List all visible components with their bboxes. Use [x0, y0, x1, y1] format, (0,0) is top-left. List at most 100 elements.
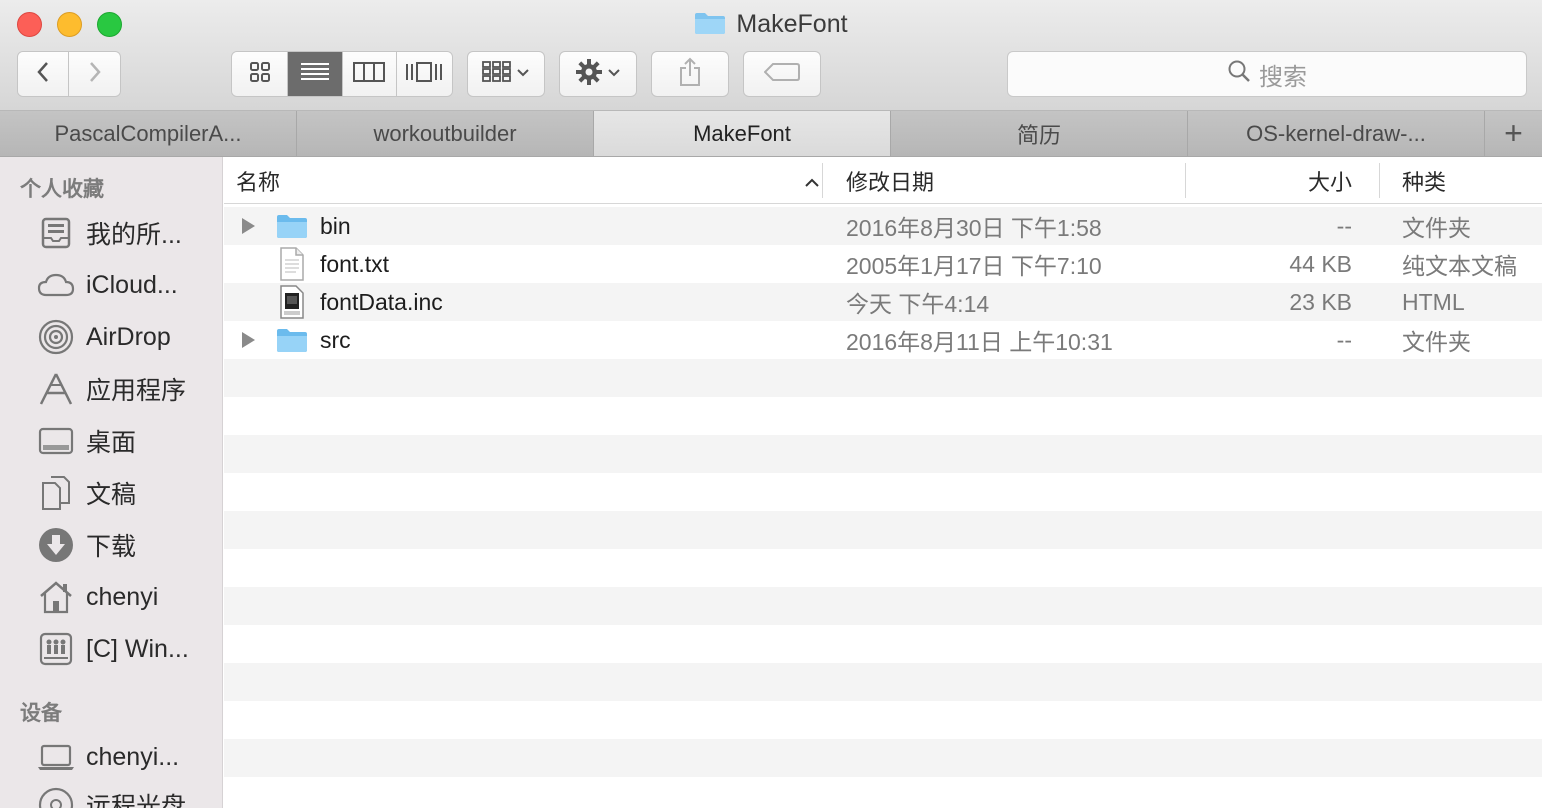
empty-row	[224, 739, 1542, 777]
file-date: 2016年8月30日 下午1:58	[846, 215, 1102, 241]
tab-os-kernel[interactable]: OS-kernel-draw-...	[1188, 111, 1485, 156]
file-size: 23 KB	[1289, 288, 1352, 315]
file-row-font-txt[interactable]: font.txt 2005年1月17日 下午7:10 44 KB 纯文本文稿	[224, 245, 1542, 283]
file-kind: 文件夹	[1402, 329, 1471, 355]
sidebar-item-applications[interactable]: 应用程序	[36, 369, 186, 409]
file-row-src[interactable]: src 2016年8月11日 上午10:31 -- 文件夹	[224, 321, 1542, 359]
column-divider[interactable]	[1379, 163, 1380, 198]
file-date: 2016年8月11日 上午10:31	[846, 329, 1113, 355]
column-divider[interactable]	[822, 163, 823, 198]
cover-flow-view-button[interactable]	[396, 52, 452, 96]
column-divider[interactable]	[1185, 163, 1186, 198]
sidebar-item-icloud[interactable]: iCloud...	[36, 265, 178, 305]
file-row-fontdata-inc[interactable]: fontData.inc 今天 下午4:14 23 KB HTML	[224, 283, 1542, 321]
title-bar: MakeFont 搜索	[0, 0, 1542, 111]
text-document-icon	[276, 245, 308, 283]
sidebar-item-remote-disc[interactable]: 远程光盘	[36, 785, 186, 808]
file-date: 2005年1月17日 下午7:10	[846, 253, 1102, 279]
edit-tags-button[interactable]	[743, 51, 821, 97]
share-icon	[678, 57, 702, 92]
column-header-date[interactable]: 修改日期	[846, 157, 934, 204]
search-field[interactable]: 搜索	[1007, 51, 1527, 97]
sidebar-item-network-share[interactable]: [C] Win...	[36, 629, 189, 669]
sidebar-item-label: iCloud...	[86, 270, 178, 299]
sidebar-item-label: chenyi...	[86, 742, 180, 771]
sidebar-item-macbook[interactable]: chenyi...	[36, 737, 179, 777]
file-name: font.txt	[320, 250, 390, 277]
back-button[interactable]	[18, 52, 70, 96]
disclosure-triangle-icon[interactable]	[240, 207, 256, 245]
chevron-down-icon	[607, 65, 621, 83]
navigation-buttons	[17, 51, 121, 97]
disclosure-triangle-icon[interactable]	[240, 321, 256, 359]
arrange-button[interactable]	[467, 51, 545, 97]
column-view-button[interactable]	[342, 52, 397, 96]
empty-row	[224, 511, 1542, 549]
window-title-text: MakeFont	[736, 10, 848, 38]
documents-icon	[36, 473, 76, 513]
tab-pascalcompiler[interactable]: PascalCompilerA...	[0, 111, 297, 156]
file-name: bin	[320, 212, 351, 239]
home-icon	[36, 577, 76, 617]
sidebar-item-all-files[interactable]: 我的所...	[36, 213, 182, 253]
file-size: 44 KB	[1289, 250, 1352, 277]
folder-icon	[276, 321, 308, 359]
forward-button[interactable]	[69, 52, 120, 96]
sidebar-item-label: 桌面	[86, 429, 137, 457]
sidebar-item-label: 文稿	[86, 481, 137, 509]
file-kind: 纯文本文稿	[1402, 253, 1517, 279]
empty-row	[224, 435, 1542, 473]
all-files-icon	[36, 213, 76, 253]
icon-view-button[interactable]	[232, 52, 289, 96]
arrange-grid-icon	[482, 60, 512, 89]
desktop-icon	[36, 421, 76, 461]
folder-icon	[694, 11, 726, 42]
folder-icon	[276, 207, 308, 245]
sidebar-heading-favorites: 个人收藏	[20, 178, 104, 201]
airdrop-icon	[36, 317, 76, 357]
laptop-icon	[36, 737, 76, 777]
column-header-name-label: 名称	[236, 169, 281, 195]
share-button[interactable]	[651, 51, 729, 97]
tag-icon	[763, 62, 800, 87]
empty-row	[224, 359, 1542, 397]
column-header-size[interactable]: 大小	[1204, 157, 1352, 204]
sidebar-item-label: [C] Win...	[86, 634, 189, 663]
column-header-kind[interactable]: 种类	[1402, 157, 1446, 204]
chevron-left-icon	[36, 60, 50, 89]
column-header-row: 名称 修改日期 大小 种类	[224, 157, 1542, 204]
network-drive-icon	[36, 629, 76, 669]
tab-resume[interactable]: 简历	[891, 111, 1188, 156]
column-header-name[interactable]: 名称	[236, 157, 820, 204]
search-placeholder: 搜索	[1259, 63, 1307, 91]
sidebar-item-airdrop[interactable]: AirDrop	[36, 317, 171, 357]
empty-row	[224, 587, 1542, 625]
file-size: --	[1336, 326, 1352, 353]
new-tab-button[interactable]: +	[1485, 111, 1542, 156]
sidebar-item-label: 我的所...	[86, 221, 182, 249]
icon-view-icon	[249, 61, 271, 88]
download-icon	[36, 525, 76, 565]
sidebar-item-downloads[interactable]: 下载	[36, 525, 136, 565]
action-menu-button[interactable]	[559, 51, 637, 97]
tab-makefont[interactable]: MakeFont	[594, 111, 891, 156]
tab-bar: PascalCompilerA... workoutbuilder MakeFo…	[0, 111, 1542, 157]
window-title: MakeFont	[0, 10, 1542, 42]
file-row-bin[interactable]: bin 2016年8月30日 下午1:58 -- 文件夹	[224, 207, 1542, 245]
sidebar-item-label: 远程光盘	[86, 793, 187, 808]
column-view-icon	[353, 61, 386, 87]
sidebar-item-label: 应用程序	[86, 377, 187, 405]
sidebar: 个人收藏 我的所... iCloud... AirDrop 应用程序 桌面 文稿…	[0, 157, 223, 808]
gear-icon	[575, 58, 603, 91]
cloud-icon	[36, 265, 76, 305]
chevron-right-icon	[88, 60, 102, 89]
view-mode-control	[231, 51, 453, 97]
cover-flow-icon	[405, 61, 443, 88]
sidebar-item-desktop[interactable]: 桌面	[36, 421, 136, 461]
disc-icon	[36, 785, 76, 808]
list-view-button[interactable]	[288, 52, 343, 96]
sort-ascending-icon	[804, 168, 820, 194]
sidebar-item-documents[interactable]: 文稿	[36, 473, 136, 513]
tab-workoutbuilder[interactable]: workoutbuilder	[297, 111, 594, 156]
sidebar-item-home[interactable]: chenyi	[36, 577, 158, 617]
